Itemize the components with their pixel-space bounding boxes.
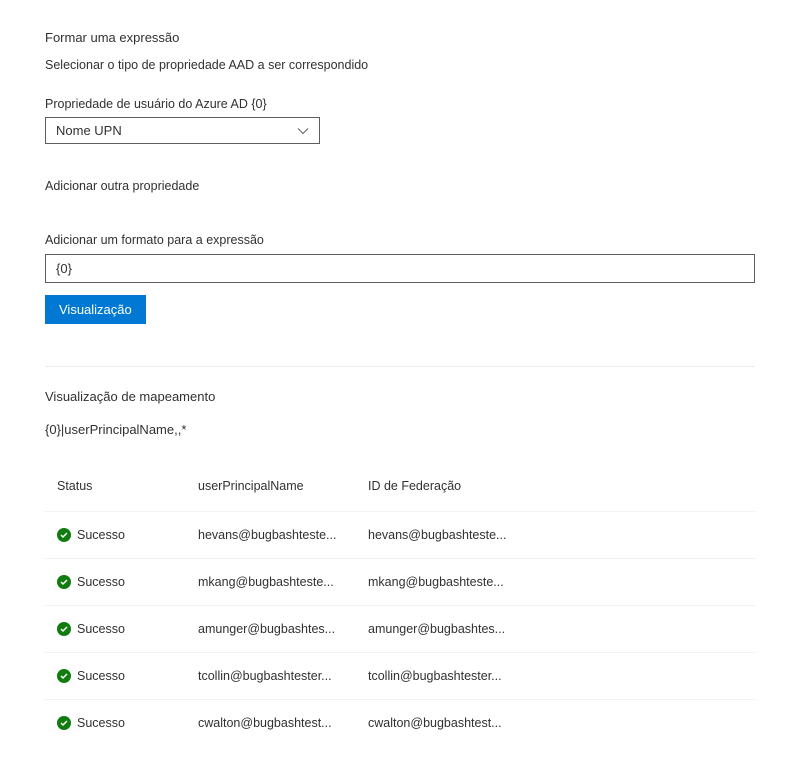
upn-cell: tcollin@bugbashtester...	[190, 653, 360, 700]
chevron-down-icon	[297, 125, 309, 137]
form-expression-title: Formar uma expressão	[45, 30, 755, 45]
upn-cell: amunger@bugbashtes...	[190, 606, 360, 653]
table-row: Sucesso cwalton@bugbashtest...cwalton@bug…	[45, 700, 755, 747]
fedid-cell: mkang@bugbashteste...	[360, 559, 755, 606]
status-text: Sucesso	[77, 716, 125, 730]
column-header-fedid[interactable]: ID de Federação	[360, 469, 755, 512]
property-dropdown-value: Nome UPN	[56, 123, 122, 138]
section-divider	[45, 366, 755, 367]
status-text: Sucesso	[77, 622, 125, 636]
preview-section-title: Visualização de mapeamento	[45, 389, 755, 404]
form-expression-subtitle: Selecionar o tipo de propriedade AAD a s…	[45, 58, 755, 72]
status-text: Sucesso	[77, 528, 125, 542]
mapping-expression: {0}|userPrincipalName,,*	[45, 422, 755, 437]
table-row: Sucesso tcollin@bugbashtester...tcollin@b…	[45, 653, 755, 700]
results-table: Status userPrincipalName ID de Federação…	[45, 469, 755, 746]
column-header-upn[interactable]: userPrincipalName	[190, 469, 360, 512]
column-header-status[interactable]: Status	[45, 469, 190, 512]
format-label: Adicionar um formato para a expressão	[45, 233, 755, 247]
table-row: Sucesso hevans@bugbashteste...hevans@bugb…	[45, 512, 755, 559]
property-field-label: Propriedade de usuário do Azure AD {0}	[45, 97, 755, 111]
upn-cell: mkang@bugbashteste...	[190, 559, 360, 606]
fedid-cell: tcollin@bugbashtester...	[360, 653, 755, 700]
success-check-icon	[57, 716, 71, 730]
upn-cell: hevans@bugbashteste...	[190, 512, 360, 559]
status-text: Sucesso	[77, 575, 125, 589]
property-dropdown[interactable]: Nome UPN	[45, 117, 320, 144]
table-row: Sucesso amunger@bugbashtes...amunger@bugb…	[45, 606, 755, 653]
upn-cell: cwalton@bugbashtest...	[190, 700, 360, 747]
status-text: Sucesso	[77, 669, 125, 683]
format-input[interactable]	[45, 254, 755, 283]
fedid-cell: amunger@bugbashtes...	[360, 606, 755, 653]
fedid-cell: hevans@bugbashteste...	[360, 512, 755, 559]
success-check-icon	[57, 622, 71, 636]
preview-button[interactable]: Visualização	[45, 295, 146, 324]
success-check-icon	[57, 669, 71, 683]
table-row: Sucesso mkang@bugbashteste...mkang@bugbas…	[45, 559, 755, 606]
add-property-link[interactable]: Adicionar outra propriedade	[45, 179, 755, 193]
fedid-cell: cwalton@bugbashtest...	[360, 700, 755, 747]
success-check-icon	[57, 575, 71, 589]
success-check-icon	[57, 528, 71, 542]
